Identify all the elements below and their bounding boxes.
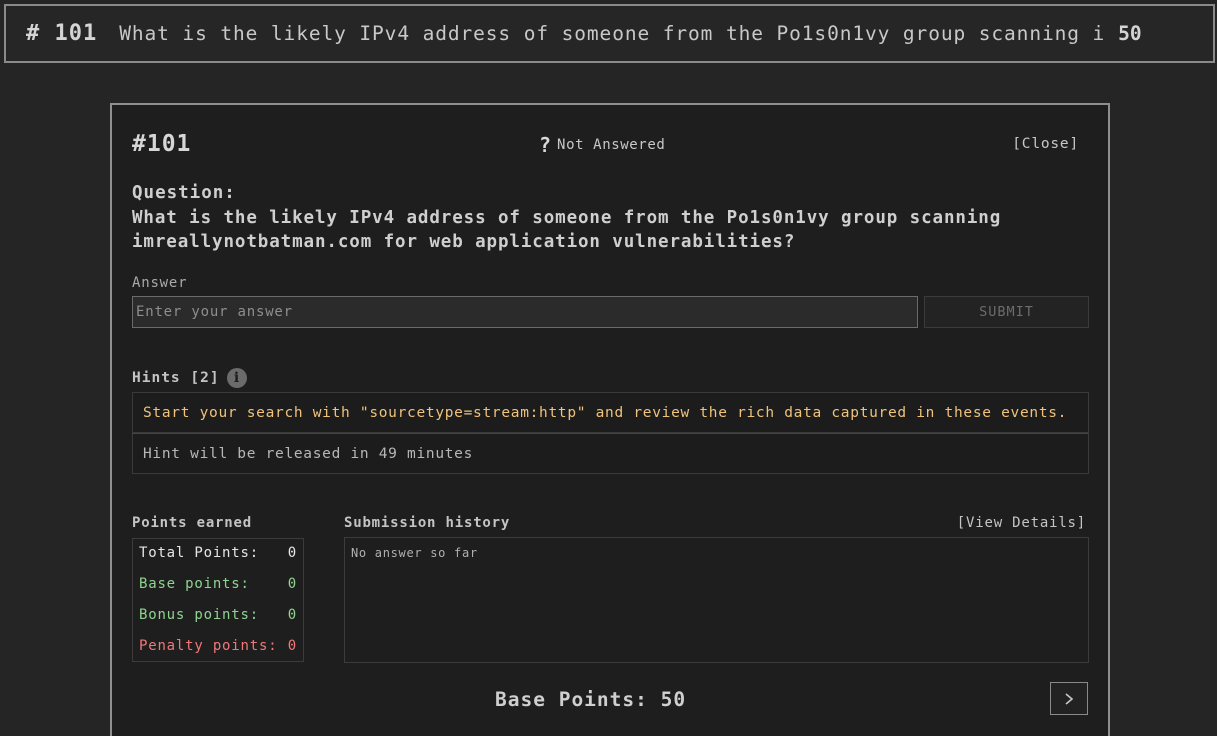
points-earned-box: Total Points: 0 Base points: 0 Bonus poi… [132,538,304,662]
penalty-points-value: 0 [287,638,297,654]
status-text: Not Answered [557,137,666,153]
points-earned-label: Points earned [132,515,252,531]
answer-status: ? Not Answered [539,133,665,157]
info-icon[interactable]: i [226,368,247,388]
base-points-label: Base points: [139,576,250,592]
total-points-label: Total Points: [139,545,259,561]
bonus-points-row: Bonus points: 0 [139,607,297,638]
submission-history-box: No answer so far [344,537,1089,663]
question-modal: #101 ? Not Answered [Close] Question: Wh… [110,103,1110,736]
hint-item-locked: Hint will be released in 49 minutes [132,433,1089,474]
base-points-value: 0 [287,576,297,592]
question-mark-icon: ? [539,133,552,157]
total-points-value: 0 [287,545,297,561]
bonus-points-value: 0 [287,607,297,623]
bonus-points-label: Bonus points: [139,607,259,623]
question-title-bar[interactable]: # 101 What is the likely IPv4 address of… [4,4,1215,63]
hints-label: Hints [2] [132,370,220,386]
total-points-row: Total Points: 0 [139,545,297,576]
base-points-footer: Base Points: 50 [495,688,687,711]
submission-empty-text: No answer so far [351,546,478,560]
next-question-button[interactable] [1050,682,1088,715]
hint-item: Start your search with "sourcetype=strea… [132,392,1089,433]
question-number: # 101 [26,21,98,46]
submission-history-label: Submission history [344,515,511,531]
penalty-points-label: Penalty points: [139,638,278,654]
modal-question-id: #101 [132,131,192,157]
base-points-row: Base points: 0 [139,576,297,607]
hints-header: Hints [2] i [132,368,247,388]
question-points: 50 [1118,22,1142,45]
penalty-points-row: Penalty points: 0 [139,638,297,669]
answer-input[interactable] [132,296,918,328]
question-summary: What is the likely IPv4 address of someo… [119,22,1106,45]
chevron-right-icon [1065,692,1074,705]
close-button[interactable]: [Close] [1012,136,1079,152]
question-text: What is the likely IPv4 address of someo… [132,208,1002,252]
question-label: Question: [132,183,236,203]
answer-label: Answer [132,275,188,291]
view-details-link[interactable]: [View Details] [957,515,1086,531]
submit-button[interactable]: SUBMIT [924,296,1089,328]
